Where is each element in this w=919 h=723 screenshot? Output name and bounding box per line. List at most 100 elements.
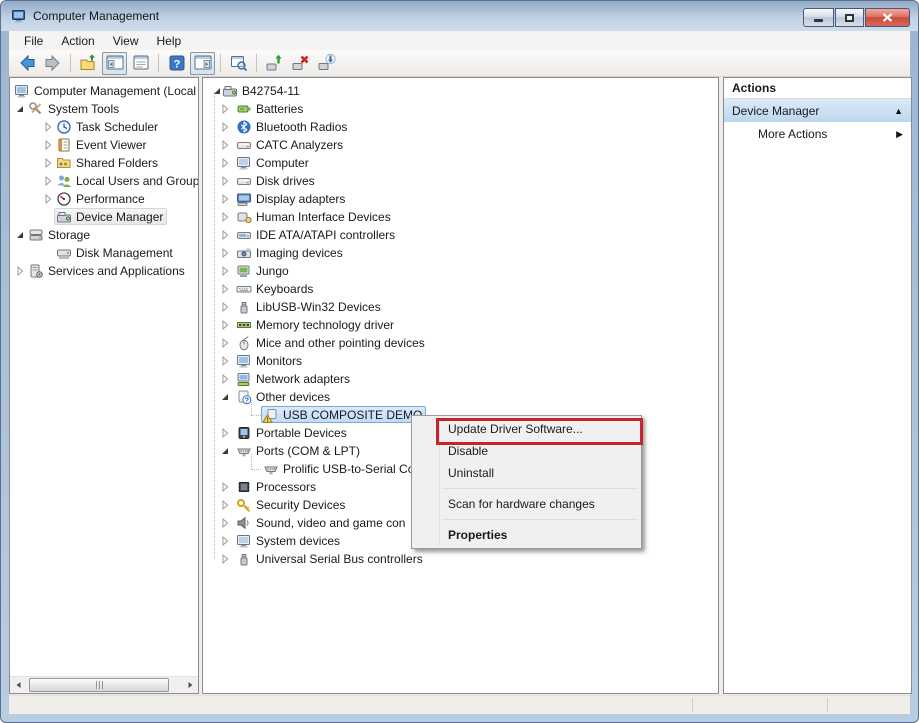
device-tree-item[interactable]: LibUSB-Win32 Devices	[203, 298, 718, 316]
device-tree-item[interactable]: Universal Serial Bus controllers	[203, 550, 718, 568]
tree-item-content[interactable]: Keyboards	[234, 280, 317, 297]
console-tree-item[interactable]: Performance	[10, 190, 198, 208]
expand-arrow-icon[interactable]	[218, 120, 232, 134]
tree-item-content[interactable]: Mice and other pointing devices	[234, 334, 429, 351]
tree-item-content[interactable]: B42754-11	[220, 82, 304, 99]
tree-item-content[interactable]: Batteries	[234, 100, 307, 117]
device-tree-item[interactable]: Human Interface Devices	[203, 208, 718, 226]
device-tree-item[interactable]: Memory technology driver	[203, 316, 718, 334]
expand-arrow-icon[interactable]	[218, 282, 232, 296]
console-tree-item[interactable]: Storage	[10, 226, 198, 244]
scroll-left-button[interactable]	[10, 677, 27, 693]
device-tree-item[interactable]: Imaging devices	[203, 244, 718, 262]
device-tree-item[interactable]: Display adapters	[203, 190, 718, 208]
tree-item-content[interactable]: Ports (COM & LPT)	[234, 442, 364, 459]
collapse-arrow-icon[interactable]	[13, 228, 27, 242]
tree-item-content[interactable]: Jungo	[234, 262, 293, 279]
tree-item-content[interactable]: Local Users and Groups	[54, 172, 199, 189]
scrollbar-thumb[interactable]	[29, 678, 169, 692]
tree-item-content[interactable]: IDE ATA/ATAPI controllers	[234, 226, 399, 243]
context-menu-item-properties[interactable]: Properties	[412, 524, 641, 546]
tree-item-content[interactable]: Computer	[234, 154, 313, 171]
tree-item-content[interactable]: Event Viewer	[54, 136, 150, 153]
expand-arrow-icon[interactable]	[218, 210, 232, 224]
tree-item-content[interactable]: Computer Management (Local	[12, 82, 199, 99]
expand-arrow-icon[interactable]	[13, 264, 27, 278]
console-tree-item[interactable]: Disk Management	[10, 244, 198, 262]
device-tree-item[interactable]: B42754-11	[203, 82, 718, 100]
search-button[interactable]	[226, 52, 251, 75]
expand-arrow-icon[interactable]	[218, 300, 232, 314]
tree-item-content[interactable]: Imaging devices	[234, 244, 347, 261]
device-tree-item[interactable]: CATC Analyzers	[203, 136, 718, 154]
tree-item-content[interactable]: Security Devices	[234, 496, 349, 513]
export-list-button[interactable]	[76, 52, 101, 75]
console-tree-item[interactable]: System Tools	[10, 100, 198, 118]
tree-item-content[interactable]: Memory technology driver	[234, 316, 398, 333]
expand-arrow-icon[interactable]	[218, 498, 232, 512]
expand-arrow-icon[interactable]	[41, 156, 55, 170]
tree-item-content[interactable]: ?Other devices	[234, 388, 334, 405]
device-tree-item[interactable]: ?Other devices	[203, 388, 718, 406]
back-button[interactable]	[14, 52, 39, 75]
tree-item-content[interactable]: Monitors	[234, 352, 306, 369]
tree-item-content[interactable]: Shared Folders	[54, 154, 162, 171]
tree-item-content[interactable]: Sound, video and game con	[234, 514, 409, 531]
expand-arrow-icon[interactable]	[218, 426, 232, 440]
expand-arrow-icon[interactable]	[218, 228, 232, 242]
tree-item-content[interactable]: Prolific USB-to-Serial Co	[261, 460, 418, 477]
console-tree-item[interactable]: Shared Folders	[10, 154, 198, 172]
expand-arrow-icon[interactable]	[41, 120, 55, 134]
device-tree-item[interactable]: Mice and other pointing devices	[203, 334, 718, 352]
expand-arrow-icon[interactable]	[218, 516, 232, 530]
collapse-arrow-icon[interactable]	[218, 444, 232, 458]
expand-arrow-icon[interactable]	[218, 372, 232, 386]
tree-item-content[interactable]: Universal Serial Bus controllers	[234, 550, 427, 567]
update-driver-button[interactable]	[262, 52, 287, 75]
expand-arrow-icon[interactable]	[218, 336, 232, 350]
menu-action[interactable]: Action	[52, 32, 103, 50]
tree-item-content[interactable]: Portable Devices	[234, 424, 351, 441]
collapse-arrow-icon[interactable]	[218, 390, 232, 404]
console-tree-item[interactable]: Task Scheduler	[10, 118, 198, 136]
actions-group-device-manager[interactable]: Device Manager ▲	[724, 99, 911, 123]
expand-arrow-icon[interactable]	[41, 174, 55, 188]
device-tree-item[interactable]: Bluetooth Radios	[203, 118, 718, 136]
expand-arrow-icon[interactable]	[218, 264, 232, 278]
tree-item-content[interactable]: Bluetooth Radios	[234, 118, 351, 135]
forward-button[interactable]	[40, 52, 65, 75]
minimize-button[interactable]	[803, 8, 834, 27]
properties-button[interactable]	[128, 52, 153, 75]
device-tree-item[interactable]: Network adapters	[203, 370, 718, 388]
expand-arrow-icon[interactable]	[218, 192, 232, 206]
tree-item-content[interactable]: System Tools	[26, 100, 123, 117]
show-console-tree-button[interactable]	[102, 52, 127, 75]
tree-item-content[interactable]: CATC Analyzers	[234, 136, 347, 153]
expand-arrow-icon[interactable]	[218, 534, 232, 548]
expand-arrow-icon[interactable]	[218, 246, 232, 260]
tree-item-content[interactable]: Processors	[234, 478, 320, 495]
expand-arrow-icon[interactable]	[41, 192, 55, 206]
menu-view[interactable]: View	[104, 32, 148, 50]
tree-item-content[interactable]: Network adapters	[234, 370, 354, 387]
device-tree-item[interactable]: Computer	[203, 154, 718, 172]
tree-item-content[interactable]: Storage	[26, 226, 94, 243]
expand-arrow-icon[interactable]	[218, 102, 232, 116]
expand-arrow-icon[interactable]	[41, 138, 55, 152]
console-tree-item[interactable]: Services and Applications	[10, 262, 198, 280]
console-tree-item[interactable]: Event Viewer	[10, 136, 198, 154]
tree-item-content[interactable]: Disk drives	[234, 172, 319, 189]
tree-item-content[interactable]: Performance	[54, 190, 149, 207]
device-tree-item[interactable]: Monitors	[203, 352, 718, 370]
device-tree-item[interactable]: IDE ATA/ATAPI controllers	[203, 226, 718, 244]
tree-item-content[interactable]: System devices	[234, 532, 344, 549]
expand-arrow-icon[interactable]	[218, 354, 232, 368]
horizontal-scrollbar[interactable]	[10, 676, 198, 693]
device-tree-item[interactable]: Batteries	[203, 100, 718, 118]
tree-item-content[interactable]: Disk Management	[54, 244, 177, 261]
context-menu-item-scan-for-hardware-changes[interactable]: Scan for hardware changes	[412, 493, 641, 515]
tree-item-content[interactable]: LibUSB-Win32 Devices	[234, 298, 385, 315]
tree-item-content[interactable]: Human Interface Devices	[234, 208, 395, 225]
close-button[interactable]	[865, 8, 910, 27]
collapse-arrow-icon[interactable]: ▲	[894, 106, 903, 116]
